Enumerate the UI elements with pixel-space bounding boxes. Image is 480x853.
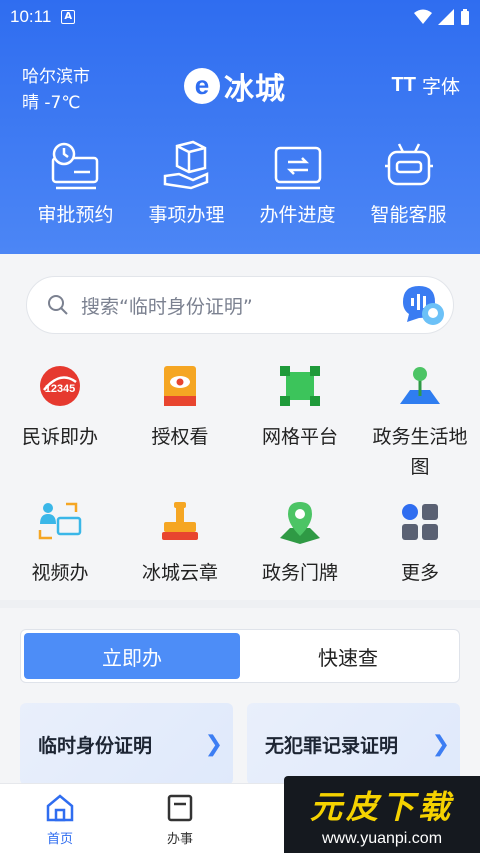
stamp-icon — [162, 502, 198, 540]
service-label: 冰城云章 — [141, 562, 218, 584]
service-cards: 临时身份证明 ❯ 无犯罪记录证明 ❯ — [20, 703, 460, 785]
card-title: 无犯罪记录证明 — [265, 734, 399, 757]
service-label: 网格平台 — [261, 426, 338, 448]
card-no-criminal-record[interactable]: 无犯罪记录证明 ❯ — [247, 703, 460, 785]
search-icon — [48, 295, 68, 315]
service-label: 民诉即办 — [21, 426, 98, 448]
tab-quick-query[interactable]: 快速查 — [240, 633, 456, 679]
service-item-grid-platform[interactable]: 网格平台 — [240, 362, 360, 498]
app-name: 冰城 — [224, 72, 286, 107]
tab-do-now[interactable]: 立即办 — [24, 633, 240, 679]
quick-action-support[interactable]: 智能客服 — [353, 140, 464, 227]
authorize-view-icon — [164, 366, 196, 406]
location-map-icon — [280, 502, 320, 544]
font-size-label: 字体 — [421, 76, 460, 98]
more-grid-icon — [402, 504, 438, 540]
box-in-hand-icon — [163, 140, 208, 190]
search-bar[interactable]: 搜索“临时身份证明” — [26, 276, 454, 334]
status-bar: 10:11 A — [0, 0, 480, 34]
notification-a-icon: A — [61, 10, 76, 24]
grid-platform-icon — [280, 366, 320, 406]
tab-switcher: 立即办 快速查 — [20, 629, 460, 683]
document-icon — [167, 794, 193, 822]
service-label: 政务门牌 — [261, 562, 338, 584]
nav-services[interactable]: 办事 — [120, 784, 240, 853]
section-divider — [0, 600, 480, 608]
chevron-right-icon: ❯ — [204, 731, 223, 757]
signal-icon — [438, 9, 454, 25]
watermark: 元皮下载 www.yuanpi.com — [284, 776, 480, 853]
nav-home[interactable]: 首页 — [0, 784, 120, 853]
card-title: 临时身份证明 — [38, 734, 153, 757]
robot-icon — [384, 143, 433, 186]
service-item-doorplate[interactable]: 政务门牌 — [240, 498, 360, 608]
status-time: 10:11 — [10, 7, 52, 26]
card-temp-id[interactable]: 临时身份证明 ❯ — [20, 703, 233, 785]
quick-actions: 审批预约 事项办理 办件进度 智能客服 — [0, 140, 480, 227]
svg-text:12345: 12345 — [45, 383, 76, 395]
watermark-title: 元皮下载 — [309, 787, 454, 826]
voice-assistant-icon[interactable] — [399, 282, 445, 328]
service-label: 授权看 — [151, 426, 209, 448]
location-weather[interactable]: 哈尔滨市 晴 -7℃ — [22, 64, 90, 116]
approval-icon — [51, 142, 98, 190]
quick-action-label: 事项办理 — [148, 204, 225, 226]
watermark-url: www.yuanpi.com — [321, 829, 443, 847]
logo-e-icon: e — [184, 68, 220, 104]
nav-label: 办事 — [166, 832, 193, 847]
quick-action-progress[interactable]: 办件进度 — [242, 140, 353, 227]
quick-action-handle[interactable]: 事项办理 — [131, 140, 242, 227]
service-grid: 12345 民诉即办 授权看 网格平台 政务生活地图 视频办 冰城云章 政务门牌… — [0, 362, 480, 608]
service-label: 政务生活地图 — [372, 426, 468, 478]
chevron-right-icon: ❯ — [431, 731, 450, 757]
quick-action-approval[interactable]: 审批预约 — [20, 140, 131, 227]
service-item-life-map[interactable]: 政务生活地图 — [360, 362, 480, 498]
service-label: 更多 — [400, 562, 439, 584]
service-item-authorize[interactable]: 授权看 — [120, 362, 240, 498]
status-icons — [414, 8, 470, 26]
quick-action-label: 办件进度 — [259, 204, 336, 226]
service-item-video[interactable]: 视频办 — [0, 498, 120, 608]
city-name: 哈尔滨市 — [22, 67, 90, 87]
battery-icon — [461, 8, 469, 25]
progress-icon — [274, 146, 321, 190]
home-icon — [46, 794, 74, 822]
header: 10:11 A 哈尔滨市 晴 -7℃ e 冰城 TT 字体 审批预约 事项办理 … — [0, 0, 480, 254]
font-size-icon: TT — [391, 74, 416, 96]
hotline-12345-icon: 12345 — [40, 366, 80, 406]
service-item-cloud-seal[interactable]: 冰城云章 — [120, 498, 240, 608]
map-pin-icon — [400, 367, 440, 404]
app-logo: e 冰城 — [184, 64, 286, 108]
service-item-complaint[interactable]: 12345 民诉即办 — [0, 362, 120, 498]
weather-text: 晴 -7℃ — [22, 93, 81, 113]
quick-action-label: 审批预约 — [37, 204, 114, 226]
wifi-icon — [414, 9, 432, 24]
quick-action-label: 智能客服 — [370, 204, 447, 226]
service-item-more[interactable]: 更多 — [360, 498, 480, 608]
font-size-button[interactable]: TT 字体 — [392, 72, 460, 99]
nav-label: 首页 — [46, 832, 73, 847]
service-label: 视频办 — [31, 562, 89, 584]
search-placeholder: 搜索“临时身份证明” — [81, 295, 253, 318]
video-office-icon — [38, 502, 82, 540]
